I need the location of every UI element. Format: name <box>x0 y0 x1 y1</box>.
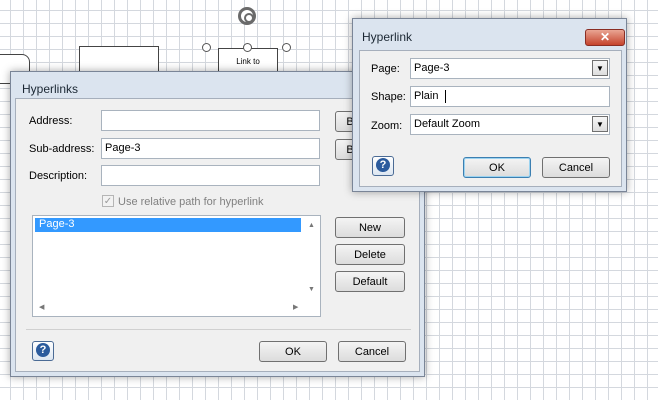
text-caret <box>445 90 446 103</box>
list-item[interactable]: Page-3 <box>35 218 301 232</box>
ok-button[interactable]: OK <box>259 341 327 362</box>
hyperlinks-dialog-title: Hyperlinks <box>22 82 79 96</box>
page-label: Page: <box>371 63 400 75</box>
address-input[interactable] <box>101 110 320 131</box>
relative-path-checkbox[interactable]: ✓ <box>102 195 114 207</box>
description-input[interactable] <box>101 165 320 186</box>
zoom-label: Zoom: <box>371 120 403 132</box>
default-button[interactable]: Default <box>335 271 405 292</box>
canvas-shape-label: Link to <box>236 57 260 66</box>
hyperlink-dialog-title: Hyperlink <box>362 30 413 44</box>
new-button[interactable]: New <box>335 217 405 238</box>
help-icon[interactable]: ? <box>372 156 394 176</box>
subaddress-input[interactable]: Page-3 <box>101 138 320 159</box>
scroll-right-icon[interactable]: ▶ <box>293 303 298 311</box>
page-select[interactable]: Page-3 <box>410 58 610 79</box>
subaddress-label: Sub-address: <box>29 143 95 155</box>
scroll-down-icon[interactable]: ▼ <box>308 286 315 293</box>
selection-handle-left[interactable] <box>202 43 211 52</box>
selection-handle-top[interactable] <box>243 43 252 52</box>
cancel-button[interactable]: Cancel <box>338 341 406 362</box>
description-label: Description: <box>29 170 88 182</box>
hyperlink-dialog: Hyperlink ✕ Page: Page-3 ▼ Shape: Plain … <box>352 18 627 192</box>
shape-input[interactable]: Plain <box>410 86 610 107</box>
help-glyph: ? <box>376 158 390 172</box>
close-icon[interactable]: ✕ <box>585 29 625 46</box>
hyperlinks-listbox[interactable]: Page-3 ▲ ▼ ◀ ▶ <box>32 215 321 317</box>
shape-label: Shape: <box>371 91 406 103</box>
address-label: Address: <box>29 115 73 127</box>
ok-button[interactable]: OK <box>463 157 531 178</box>
cancel-button[interactable]: Cancel <box>542 157 610 178</box>
scroll-up-icon[interactable]: ▲ <box>308 222 315 229</box>
canvas-shape-middle[interactable] <box>79 46 159 74</box>
separator <box>26 329 411 330</box>
selection-handle-right[interactable] <box>282 43 291 52</box>
delete-button[interactable]: Delete <box>335 244 405 265</box>
zoom-select[interactable]: Default Zoom <box>410 114 610 135</box>
page-dropdown-icon[interactable]: ▼ <box>592 60 608 76</box>
help-glyph: ? <box>36 343 50 357</box>
rotation-handle-icon[interactable] <box>238 7 256 25</box>
relative-path-label: Use relative path for hyperlink <box>118 196 264 208</box>
hyperlink-dialog-body: Page: Page-3 ▼ Shape: Plain Zoom: Defaul… <box>359 50 622 187</box>
help-icon[interactable]: ? <box>32 341 54 361</box>
zoom-dropdown-icon[interactable]: ▼ <box>592 116 608 132</box>
scroll-left-icon[interactable]: ◀ <box>39 303 44 311</box>
